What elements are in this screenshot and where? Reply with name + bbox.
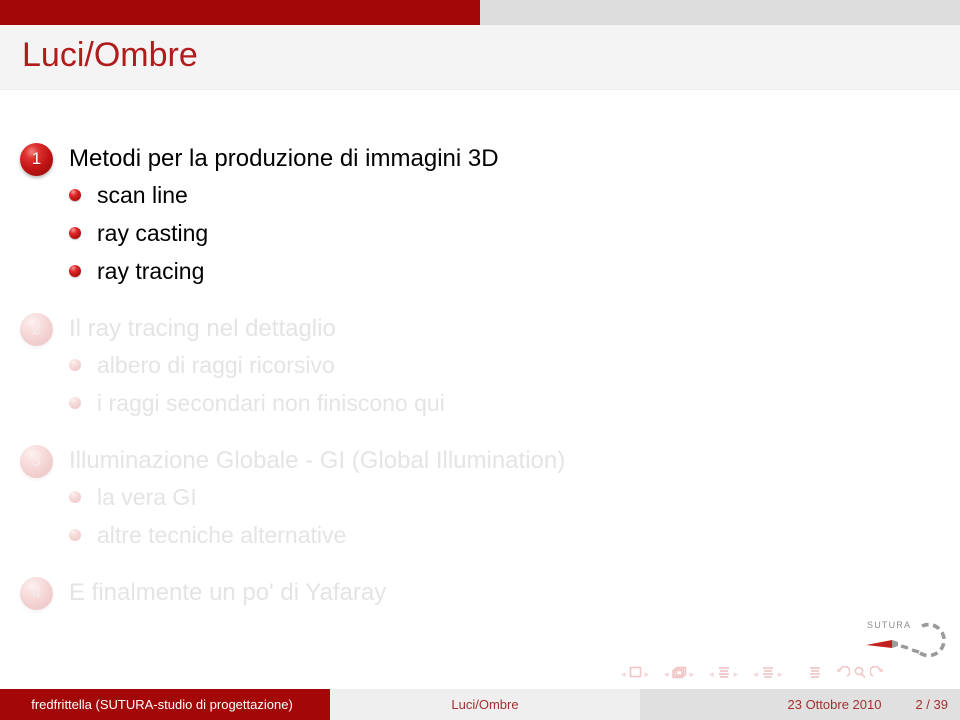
subsection-nav-group[interactable]: ◂ ▸: [706, 666, 741, 683]
toc-section-header[interactable]: 3 Illuminazione Globale - GI (Global Ill…: [0, 444, 940, 478]
toc-subsection-item[interactable]: altre tecniche alternative: [69, 516, 940, 554]
subsection-title: scan line: [97, 181, 188, 208]
section-number-badge: 4: [20, 576, 53, 610]
section-number-badge: 1: [20, 142, 53, 176]
toc-section-header[interactable]: 2 Il ray tracing nel dettaglio: [0, 312, 940, 346]
section-icon[interactable]: [761, 666, 775, 683]
subsection-title: i raggi secondari non finiscono qui: [97, 389, 445, 416]
frames-stack-icon[interactable]: [671, 666, 687, 683]
table-of-contents: 1 Metodi per la produzione di immagini 3…: [0, 90, 960, 650]
section-title: Metodi per la produzione di immagini 3D: [69, 145, 499, 172]
section-nav-group[interactable]: ◂ ▸: [750, 666, 785, 683]
next-frame-icon[interactable]: ▸: [642, 669, 653, 679]
go-forward-icon[interactable]: [869, 665, 884, 683]
prev-frames-icon[interactable]: ◂: [661, 669, 672, 679]
subsection-title: ray tracing: [97, 257, 205, 284]
footer-page-number: 2 / 39: [915, 697, 948, 712]
section-title: E finalmente un po' di Yafaray: [69, 579, 387, 606]
sutura-logo: SUTURA: [862, 618, 954, 664]
footer-title: Luci/Ombre: [330, 689, 640, 720]
document-icon[interactable]: [808, 666, 822, 683]
bullet-dot-icon: [69, 529, 81, 541]
footer-author-text: fredfrittella (SUTURA-studio di progetta…: [31, 697, 293, 712]
section-number-badge: 2: [20, 312, 53, 346]
next-frames-icon[interactable]: ▸: [687, 669, 698, 679]
bullet-dot-icon: [69, 265, 81, 277]
section-title: Il ray tracing nel dettaglio: [69, 315, 336, 342]
toc-subsection-item[interactable]: ray tracing: [69, 252, 940, 290]
frame-icon[interactable]: [629, 666, 642, 682]
search-icon[interactable]: [853, 666, 867, 683]
footer-date: 23 Ottobre 2010: [787, 697, 882, 712]
logo-text: SUTURA: [867, 620, 912, 630]
bullet-dot-icon: [69, 189, 81, 201]
next-section-icon[interactable]: ▸: [775, 669, 786, 679]
footer-meta: 23 Ottobre 2010 2 / 39: [640, 689, 960, 720]
toc-subsection-item[interactable]: albero di raggi ricorsivo: [69, 346, 940, 384]
bullet-dot-icon: [69, 397, 81, 409]
subsection-title: la vera GI: [97, 483, 197, 510]
section-title: Illuminazione Globale - GI (Global Illum…: [69, 447, 566, 474]
next-subsection-icon[interactable]: ▸: [731, 669, 742, 679]
toc-section-2[interactable]: 2 Il ray tracing nel dettaglio albero di…: [0, 312, 940, 422]
footer-bar: fredfrittella (SUTURA-studio di progetta…: [0, 689, 960, 720]
toc-section-3[interactable]: 3 Illuminazione Globale - GI (Global Ill…: [0, 444, 940, 554]
toc-section-header[interactable]: 4 E finalmente un po' di Yafaray: [0, 576, 940, 610]
prev-frame-icon[interactable]: ◂: [618, 669, 629, 679]
toc-section-1[interactable]: 1 Metodi per la produzione di immagini 3…: [0, 142, 940, 290]
go-back-icon[interactable]: [836, 665, 851, 683]
beamer-navigation-bar[interactable]: ◂ ▸ ◂ ▸ ◂ ▸ ◂ ▸: [618, 664, 954, 684]
frames-nav-group[interactable]: ◂ ▸: [661, 666, 697, 683]
prev-section-icon[interactable]: ◂: [750, 669, 761, 679]
toc-subsection-item[interactable]: la vera GI: [69, 478, 940, 516]
subsection-title: altre tecniche alternative: [97, 521, 347, 548]
subsection-title: ray casting: [97, 219, 209, 246]
bullet-dot-icon: [69, 227, 81, 239]
subsection-icon[interactable]: [717, 666, 731, 683]
toc-section-header[interactable]: 1 Metodi per la produzione di immagini 3…: [0, 142, 940, 176]
footer-author: fredfrittella (SUTURA-studio di progetta…: [0, 689, 330, 720]
header-bar: [0, 0, 960, 25]
toc-subsection-item[interactable]: ray casting: [69, 214, 940, 252]
toc-section-4[interactable]: 4 E finalmente un po' di Yafaray: [0, 576, 940, 610]
toc-subsection-item[interactable]: scan line: [69, 176, 940, 214]
page-title: Luci/Ombre: [22, 36, 198, 74]
bullet-dot-icon: [69, 359, 81, 371]
frame-nav-group[interactable]: ◂ ▸: [618, 666, 652, 682]
bullet-dot-icon: [69, 491, 81, 503]
subsection-title: albero di raggi ricorsivo: [97, 351, 335, 378]
header-accent-block: [0, 0, 480, 25]
section-number-badge: 3: [20, 444, 53, 478]
toc-subsection-item[interactable]: i raggi secondari non finiscono qui: [69, 384, 940, 422]
footer-title-text: Luci/Ombre: [451, 697, 519, 712]
prev-subsection-icon[interactable]: ◂: [706, 669, 717, 679]
